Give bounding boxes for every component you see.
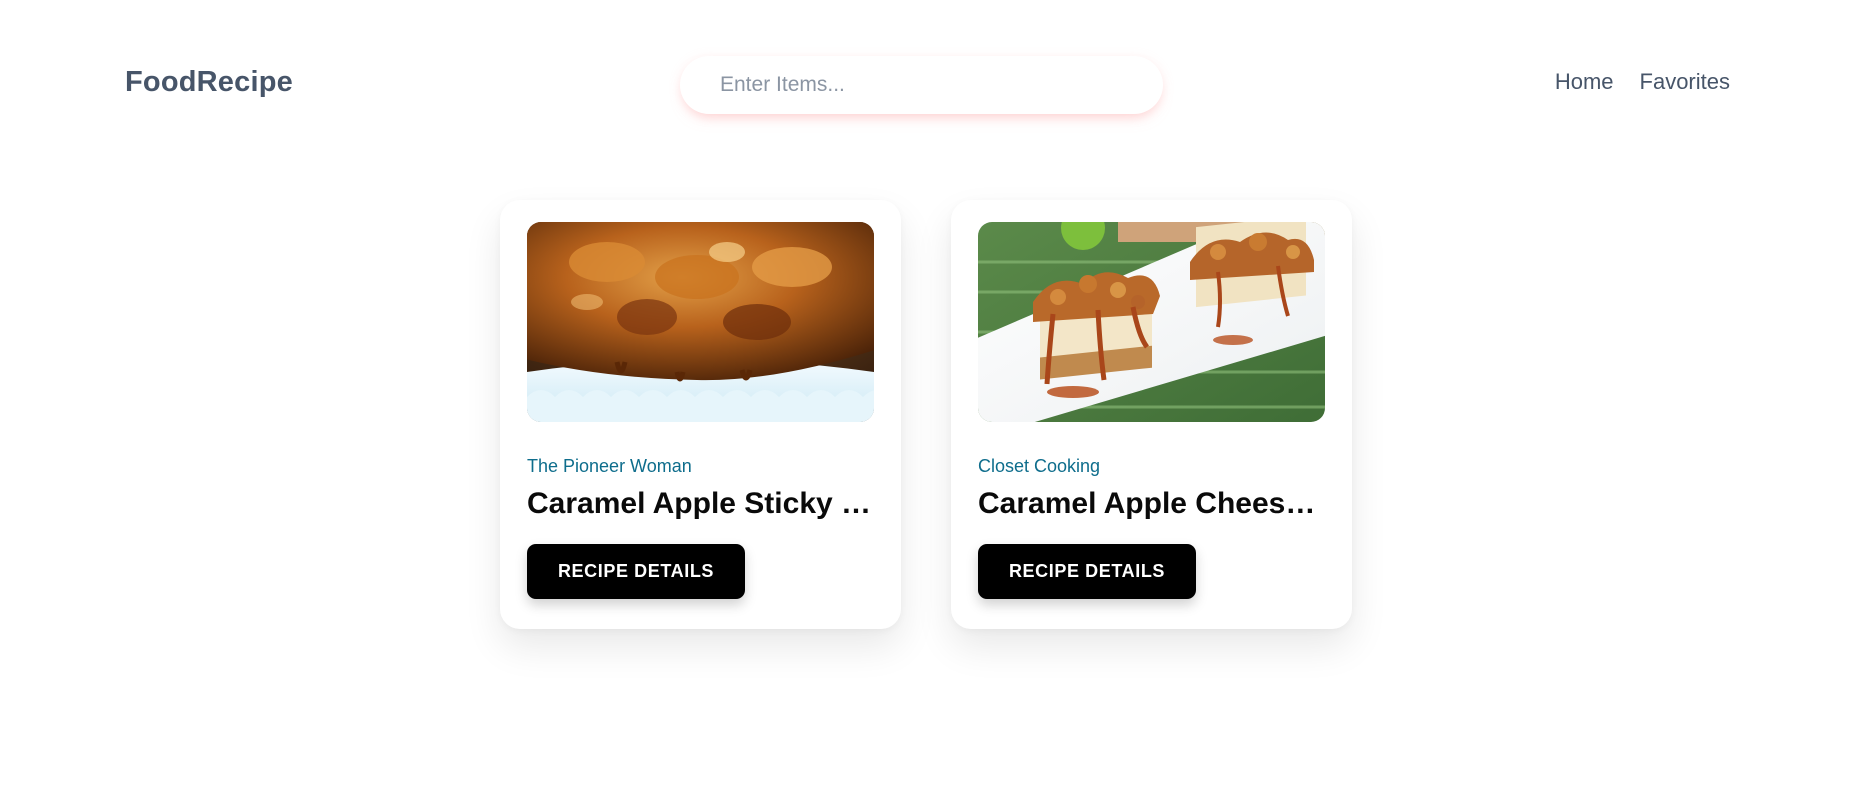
recipe-publisher: Closet Cooking	[978, 456, 1101, 476]
recipe-title: Caramel Apple Sticky Buns	[527, 487, 874, 520]
recipe-details-button[interactable]: RECIPE DETAILS	[527, 544, 745, 599]
nav-link-home[interactable]: Home	[1555, 69, 1614, 95]
recipe-list: The Pioneer Woman Caramel Apple Sticky B…	[500, 200, 1352, 629]
recipe-image-cheesecake-bars[interactable]	[978, 222, 1325, 422]
recipe-title: Caramel Apple Cheesecake Bars	[978, 487, 1325, 520]
recipe-card: The Pioneer Woman Caramel Apple Sticky B…	[500, 200, 901, 629]
navbar: FoodRecipe Home Favorites	[0, 0, 1856, 165]
nav-links: Home Favorites	[1555, 69, 1730, 95]
recipe-photo-icon	[978, 222, 1325, 422]
search-input[interactable]	[680, 56, 1163, 114]
recipe-publisher: The Pioneer Woman	[527, 456, 692, 476]
recipe-details-button[interactable]: RECIPE DETAILS	[978, 544, 1196, 599]
recipe-card: Closet Cooking Caramel Apple Cheesecake …	[951, 200, 1352, 629]
recipe-image-sticky-buns[interactable]	[527, 222, 874, 422]
search-bar	[680, 56, 1163, 114]
recipe-photo-icon	[527, 222, 874, 422]
brand-logo-text[interactable]: FoodRecipe	[125, 66, 293, 99]
nav-link-favorites[interactable]: Favorites	[1640, 69, 1730, 95]
